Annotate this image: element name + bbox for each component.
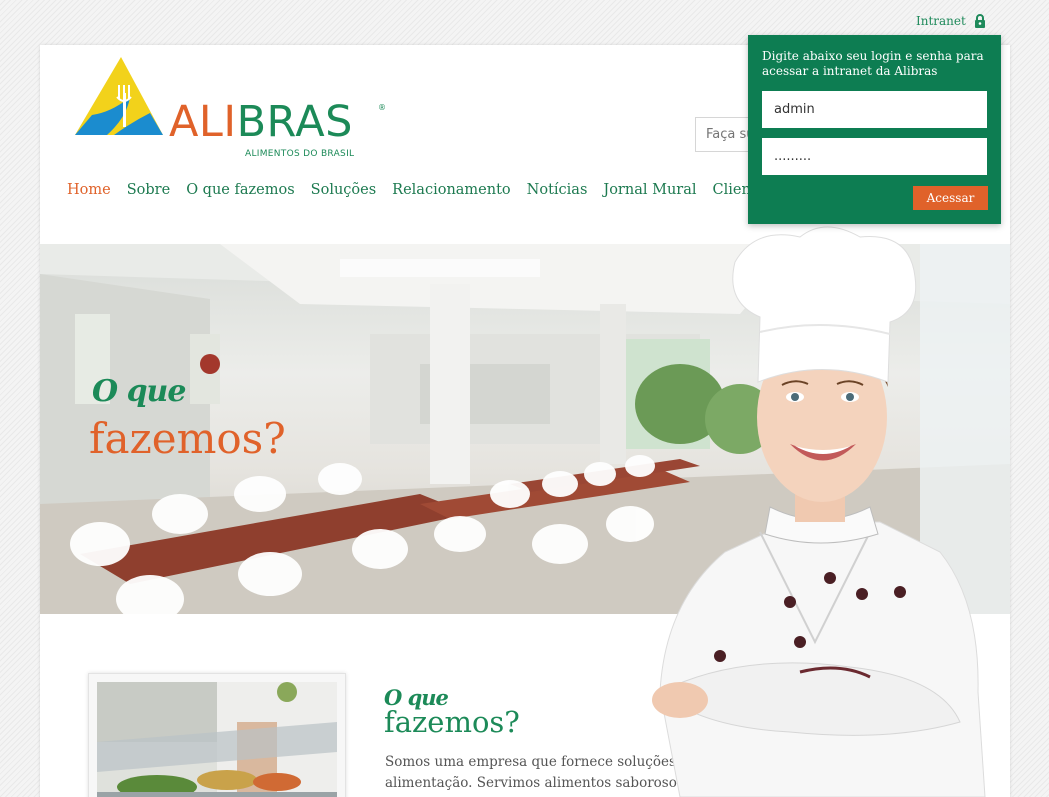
intranet-label: Intranet bbox=[916, 14, 966, 28]
registered-mark: ® bbox=[378, 103, 386, 112]
nav-item-noticias[interactable]: Notícias bbox=[527, 182, 588, 198]
nav-item-relacionamento[interactable]: Relacionamento bbox=[392, 182, 510, 198]
nav-item-jornal-mural[interactable]: Jornal Mural bbox=[603, 182, 696, 198]
username-field[interactable] bbox=[762, 91, 987, 128]
buffet-photo bbox=[88, 673, 346, 797]
login-message: Digite abaixo seu login e senha para ace… bbox=[762, 49, 984, 78]
hero-title-big: fazemos? bbox=[89, 414, 286, 463]
brand-name: ALIBRAS bbox=[169, 97, 353, 147]
nav-item-sobre[interactable]: Sobre bbox=[127, 182, 170, 198]
hero-title-small: O que bbox=[92, 374, 186, 409]
brand-logo[interactable]: ALIBRAS ® ALIMENTOS DO BRASIL bbox=[72, 57, 392, 159]
chef-image bbox=[652, 226, 986, 797]
intranet-login-panel: Digite abaixo seu login e senha para ace… bbox=[748, 35, 1001, 224]
nav-item-solucoes[interactable]: Soluções bbox=[311, 182, 377, 198]
section-title-big: fazemos? bbox=[384, 705, 520, 739]
buffet-image bbox=[97, 682, 337, 797]
login-submit-button[interactable]: Acessar bbox=[913, 186, 988, 210]
password-field[interactable] bbox=[762, 138, 987, 175]
intranet-link[interactable]: Intranet bbox=[916, 14, 986, 28]
lock-icon bbox=[974, 14, 986, 28]
brand-tagline: ALIMENTOS DO BRASIL bbox=[245, 149, 355, 159]
nav-item-o-que-fazemos[interactable]: O que fazemos bbox=[186, 182, 294, 198]
nav-item-home[interactable]: Home bbox=[67, 182, 111, 198]
main-nav: Home Sobre O que fazemos Soluções Relaci… bbox=[67, 182, 789, 198]
